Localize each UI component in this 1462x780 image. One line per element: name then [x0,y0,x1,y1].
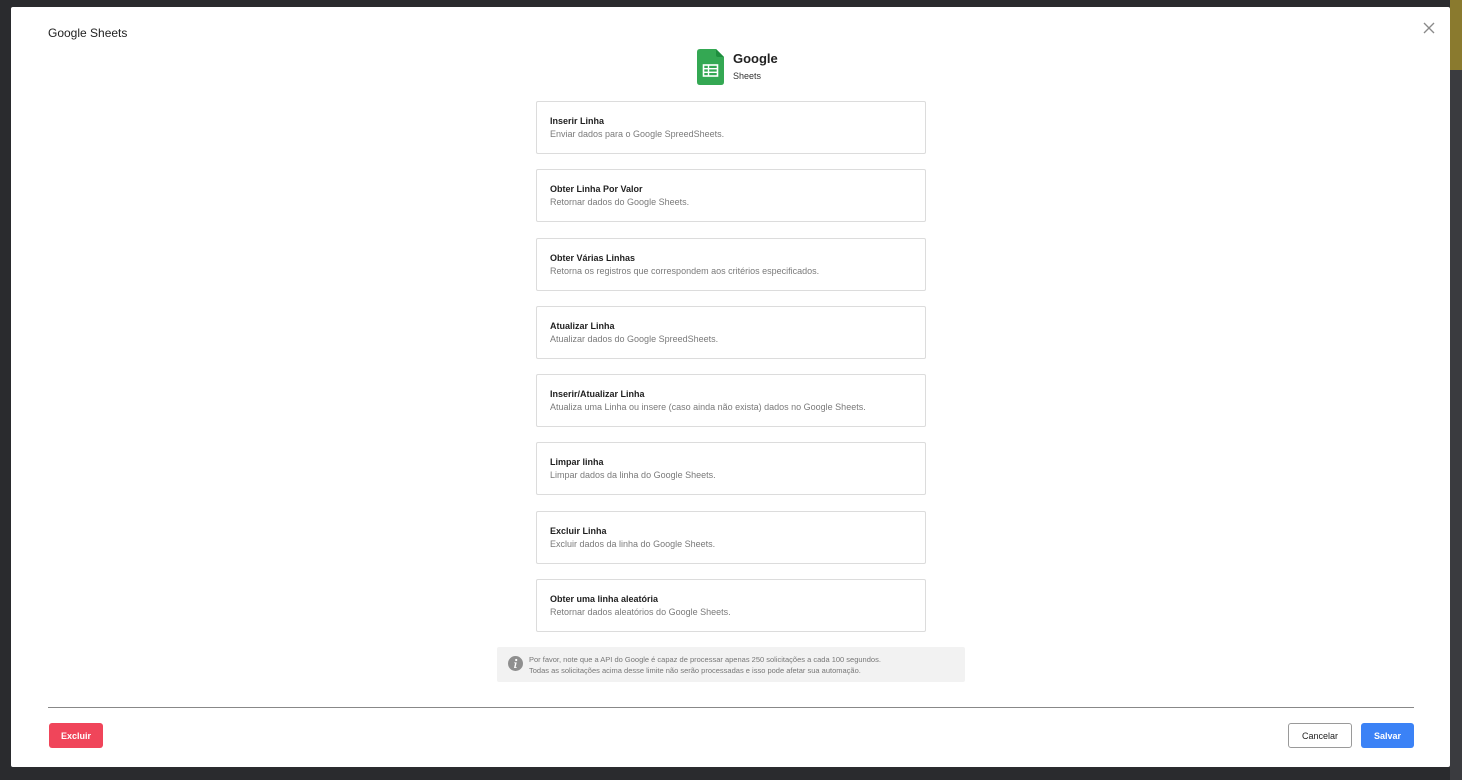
action-card-inserir-atualizar-linha[interactable]: Inserir/Atualizar Linha Atualiza uma Lin… [536,374,926,428]
action-card-limpar-linha[interactable]: Limpar linha Limpar dados da linha do Go… [536,442,926,496]
notice-line-2: Todas as solicitações acima desse limite… [529,665,861,675]
delete-button[interactable]: Excluir [49,723,103,748]
action-description: Atualiza uma Linha ou insere (caso ainda… [550,402,866,413]
action-title: Limpar linha [550,457,604,468]
action-card-obter-linha-por-valor[interactable]: Obter Linha Por Valor Retornar dados do … [536,169,926,223]
rate-limit-notice: Por favor, note que a API do Google é ca… [497,647,965,682]
action-card-atualizar-linha[interactable]: Atualizar Linha Atualizar dados do Googl… [536,305,926,359]
notice-line-1: Por favor, note que a API do Google é ca… [529,655,881,664]
action-description: Enviar dados para o Google SpreedSheets. [550,129,725,139]
action-description: Retorna os registros que correspondem ao… [550,265,820,276]
action-title: Inserir/Atualizar Linha [550,389,645,400]
brand-name: Google [733,51,778,66]
action-list: Inserir Linha Enviar dados para o Google… [536,101,926,647]
modal-title: Google Sheets [48,26,128,40]
action-card-obter-linha-aleatoria[interactable]: Obter uma linha aleatória Retornar dados… [536,579,926,633]
action-card-inserir-linha[interactable]: Inserir Linha Enviar dados para o Google… [536,101,926,154]
close-button[interactable] [1421,20,1437,36]
footer-divider [48,707,1414,708]
close-icon [1423,22,1435,34]
action-title: Atualizar Linha [550,320,615,331]
action-card-obter-varias-linhas[interactable]: Obter Várias Linhas Retorna os registros… [536,237,926,291]
action-title: Inserir Linha [550,116,605,126]
action-title: Excluir Linha [550,525,607,536]
action-description: Limpar dados da linha do Google Sheets. [550,470,716,481]
action-description: Atualizar dados do Google SpreedSheets. [550,333,719,344]
save-button[interactable]: Salvar [1361,723,1414,748]
google-sheets-modal: Google Sheets Google Sheets Inserir Linh… [11,7,1450,767]
backdrop-panel [1450,0,1462,780]
brand-product: Sheets [733,71,762,81]
info-icon [508,656,523,671]
action-title: Obter Linha Por Valor [550,184,643,195]
cancel-button[interactable]: Cancelar [1288,723,1352,748]
backdrop-accent [1450,0,1462,70]
action-description: Excluir dados da linha do Google Sheets. [550,538,716,549]
action-card-excluir-linha[interactable]: Excluir Linha Excluir dados da linha do … [536,510,926,564]
notice-text: Por favor, note que a API do Google é ca… [529,655,881,676]
action-title: Obter Várias Linhas [550,252,636,263]
google-sheets-icon [697,49,724,85]
action-description: Retornar dados aleatórios do Google Shee… [550,607,731,618]
action-title: Obter uma linha aleatória [550,594,659,605]
action-description: Retornar dados do Google Sheets. [550,197,690,208]
